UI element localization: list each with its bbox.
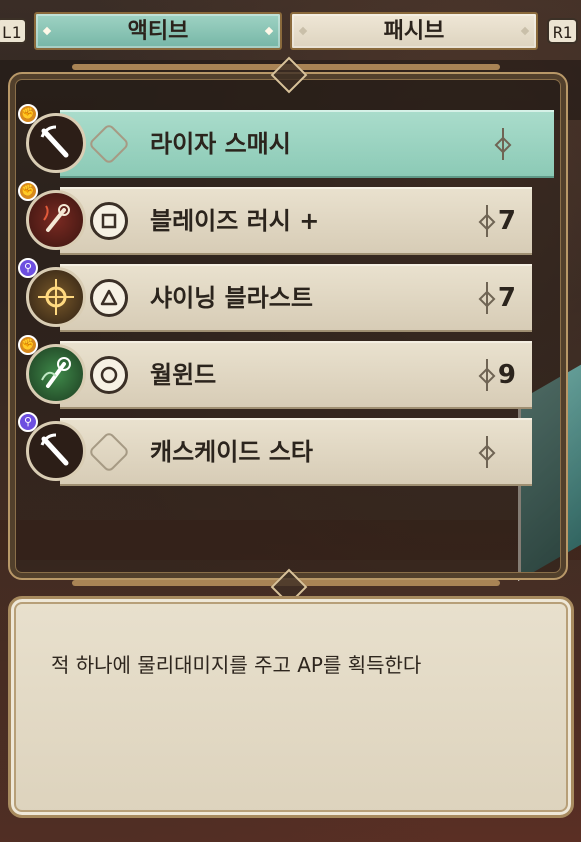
- skill-name: 캐스케이드 스타: [150, 438, 313, 466]
- staff-strike-icon: [26, 421, 86, 481]
- tab-passive[interactable]: 패시브: [290, 12, 538, 50]
- skill-name: 샤이닝 블라스트: [150, 284, 313, 312]
- tab-passive-label: 패시브: [383, 19, 445, 44]
- tab-active-label: 액티브: [127, 19, 189, 44]
- skill-name: 월윈드: [150, 361, 217, 389]
- skill-row-2[interactable]: ✊ 블레이즈 러시 + 7: [18, 181, 532, 255]
- skill-row-plate: [60, 110, 554, 178]
- skill-description-panel: 적 하나에 물리대미지를 주고 AP를 획득한다: [8, 596, 574, 818]
- cost-separator: [486, 359, 488, 391]
- skill-row-3[interactable]: ⚲ 샤이닝 블라스트 7: [18, 258, 532, 332]
- cost-separator: [486, 436, 488, 468]
- circle-button-icon: [90, 356, 128, 394]
- square-button-icon: [90, 202, 128, 240]
- triangle-button-icon: [90, 279, 128, 317]
- skill-cost: 7: [497, 206, 516, 236]
- physical-type-badge: ✊: [18, 104, 38, 124]
- tab-active[interactable]: 액티브: [34, 12, 282, 50]
- tab-ornament: [520, 26, 530, 36]
- cost-separator: [486, 282, 488, 314]
- cost-separator: [486, 205, 488, 237]
- skill-row-plate: [60, 341, 532, 409]
- tab-ornament: [42, 26, 52, 36]
- light-burst-icon: [26, 267, 86, 327]
- tab-ornament: [264, 26, 274, 36]
- physical-type-badge: ✊: [18, 335, 38, 355]
- physical-type-badge: ✊: [18, 181, 38, 201]
- skill-cost: 9: [497, 360, 516, 390]
- skill-name: 라이자 스매시: [150, 130, 291, 158]
- wind-staff-icon: [26, 344, 86, 404]
- magic-type-badge: ⚲: [18, 412, 38, 432]
- cost-separator: [502, 128, 504, 160]
- fire-staff-icon: [26, 190, 86, 250]
- skill-name: 블레이즈 러시 +: [150, 207, 320, 235]
- skill-row-1[interactable]: ✊ 라이자 스매시: [18, 104, 554, 178]
- magic-type-badge: ⚲: [18, 258, 38, 278]
- skill-cost: 7: [497, 283, 516, 313]
- skill-row-4[interactable]: ✊ 월윈드 9: [18, 335, 532, 409]
- tab-ornament: [298, 26, 308, 36]
- skill-row-5[interactable]: ⚲ 캐스케이드 스타: [18, 412, 532, 486]
- skill-description-text: 적 하나에 물리대미지를 주고 AP를 획득한다: [51, 653, 422, 677]
- r1-button-hint[interactable]: R1: [547, 18, 579, 44]
- l1-button-hint[interactable]: L1: [0, 18, 28, 44]
- staff-strike-icon: [26, 113, 86, 173]
